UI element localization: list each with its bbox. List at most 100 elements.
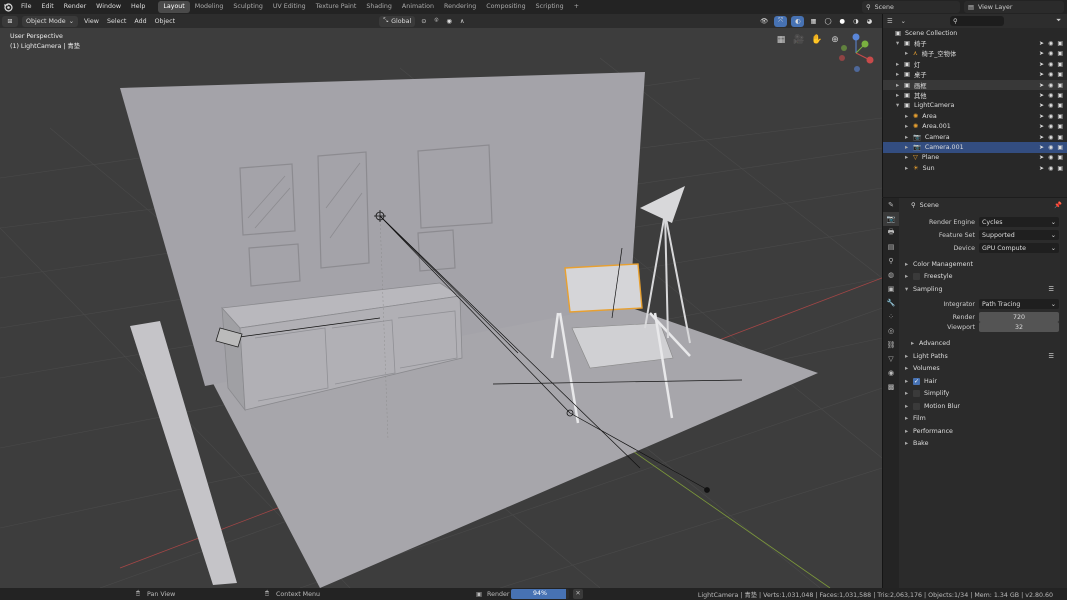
tab-sculpting[interactable]: Sculpting — [228, 1, 267, 13]
tab-shading[interactable]: Shading — [361, 1, 397, 13]
menu-file[interactable]: File — [16, 0, 37, 14]
tab-animation[interactable]: Animation — [397, 1, 439, 13]
world-tab-icon[interactable]: ◍ — [883, 268, 899, 282]
camera-render-icon[interactable]: ▣ — [1057, 82, 1063, 89]
shading-wireframe-icon[interactable]: ◯ — [820, 18, 835, 25]
expand-toggle-icon[interactable]: ▸ — [905, 123, 913, 130]
tab-layout[interactable]: Layout — [158, 1, 190, 13]
tab-modeling[interactable]: Modeling — [190, 1, 229, 13]
expand-toggle-icon[interactable]: ▸ — [896, 82, 904, 89]
tool-tab-icon[interactable]: ✎ — [883, 198, 899, 212]
expand-toggle-icon[interactable]: ▸ — [896, 61, 904, 68]
eye-icon[interactable]: ◉ — [1048, 134, 1053, 141]
pan-hand-icon[interactable]: ✋ — [811, 34, 823, 46]
modifier-tab-icon[interactable]: 🔧 — [883, 296, 899, 310]
select-arrow-icon[interactable]: ➤ — [1039, 123, 1044, 130]
navigation-gizmo[interactable] — [835, 32, 877, 74]
camera-render-icon[interactable]: ▣ — [1057, 71, 1063, 78]
freestyle-checkbox[interactable] — [913, 272, 920, 280]
outliner-row[interactable]: ▣ Scene Collection — [883, 28, 1067, 38]
outliner-row[interactable]: ▸ ⋏ 椅子_空物体 ➤ ◉ ▣ — [883, 49, 1067, 59]
panel-performance[interactable]: ▸ Performance — [899, 425, 1067, 437]
select-arrow-icon[interactable]: ➤ — [1039, 154, 1044, 161]
integrator-dropdown[interactable]: Path Tracing ⌄ — [979, 299, 1059, 309]
camera-view-icon[interactable]: 🎥 — [793, 34, 805, 46]
object-menu[interactable]: Object — [151, 18, 180, 25]
expand-toggle-icon[interactable]: ▸ — [905, 144, 913, 151]
grid-toggle-icon[interactable]: ▦ — [775, 34, 787, 46]
list-icon[interactable]: ☰ — [1048, 353, 1054, 360]
tab-texture-paint[interactable]: Texture Paint — [311, 1, 362, 13]
eye-icon[interactable]: ◉ — [1048, 40, 1053, 47]
tab-compositing[interactable]: Compositing — [481, 1, 530, 13]
render-engine-dropdown[interactable]: Cycles ⌄ — [979, 217, 1059, 227]
camera-render-icon[interactable]: ▣ — [1057, 144, 1063, 151]
outliner-row[interactable]: ▸ ▣ 灯 ➤ ◉ ▣ — [883, 59, 1067, 69]
eye-icon[interactable]: ◉ — [1048, 113, 1053, 120]
expand-toggle-icon[interactable]: ▸ — [896, 92, 904, 99]
shading-rendered-icon[interactable]: ◕ — [863, 18, 877, 25]
visibility-icon[interactable]: 👁 — [756, 17, 772, 25]
outliner-editor-icon[interactable]: ☰ — [887, 18, 893, 25]
snap-icon[interactable]: ⌾ — [431, 17, 443, 25]
hair-checkbox[interactable]: ✓ — [913, 377, 920, 385]
feature-set-dropdown[interactable]: Supported ⌄ — [979, 230, 1059, 240]
camera-render-icon[interactable]: ▣ — [1057, 92, 1063, 99]
outliner-row[interactable]: ▾ ▣ LightCamera ➤ ◉ ▣ — [883, 101, 1067, 111]
eye-icon[interactable]: ◉ — [1048, 144, 1053, 151]
camera-render-icon[interactable]: ▣ — [1057, 61, 1063, 68]
device-dropdown[interactable]: GPU Compute ⌄ — [979, 243, 1059, 253]
viewport-samples-field[interactable]: 32 — [979, 322, 1059, 332]
view-layer-tab-icon[interactable]: ▤ — [883, 240, 899, 254]
material-tab-icon[interactable]: ◉ — [883, 366, 899, 380]
eye-icon[interactable]: ◉ — [1048, 165, 1053, 172]
expand-toggle-icon[interactable]: ▸ — [905, 134, 913, 141]
render-tab-icon[interactable]: 📷 — [883, 212, 899, 226]
data-tab-icon[interactable]: ▽ — [883, 352, 899, 366]
select-arrow-icon[interactable]: ➤ — [1039, 165, 1044, 172]
panel-motion-blur[interactable]: ▸ Motion Blur — [899, 400, 1067, 412]
select-arrow-icon[interactable]: ➤ — [1039, 144, 1044, 151]
menu-help[interactable]: Help — [126, 0, 150, 14]
scene-tab-icon[interactable]: ⚲ — [883, 254, 899, 268]
select-arrow-icon[interactable]: ➤ — [1039, 92, 1044, 99]
outliner-row[interactable]: ▸ ▽ Plane ➤ ◉ ▣ — [883, 153, 1067, 163]
camera-render-icon[interactable]: ▣ — [1057, 102, 1063, 109]
panel-advanced[interactable]: ▸ Advanced — [899, 337, 1067, 349]
outliner-row[interactable]: ▾ ▣ 椅子 ➤ ◉ ▣ — [883, 38, 1067, 48]
outliner-row[interactable]: ▸ 📷 Camera ➤ ◉ ▣ — [883, 132, 1067, 142]
panel-light-paths[interactable]: ▸ Light Paths ☰ — [899, 350, 1067, 362]
blender-logo-icon[interactable] — [0, 0, 16, 14]
outliner-row[interactable]: ▸ ▣ 其他 ➤ ◉ ▣ — [883, 90, 1067, 100]
panel-color-management[interactable]: ▸ Color Management — [899, 258, 1067, 270]
expand-toggle-icon[interactable]: ▸ — [905, 165, 913, 172]
cancel-render-button[interactable]: ✕ — [573, 589, 583, 599]
select-menu[interactable]: Select — [103, 18, 130, 25]
camera-render-icon[interactable]: ▣ — [1057, 113, 1063, 120]
camera-render-icon[interactable]: ▣ — [1057, 50, 1063, 57]
panel-simplify[interactable]: ▸ Simplify — [899, 387, 1067, 399]
outliner-row[interactable]: ▸ 📷 Camera.001 ➤ ◉ ▣ — [883, 142, 1067, 153]
expand-toggle-icon[interactable]: ▾ — [896, 40, 904, 47]
eye-icon[interactable]: ◉ — [1048, 82, 1053, 89]
expand-toggle-icon[interactable]: ▸ — [905, 113, 913, 120]
filter-icon[interactable]: ⏷ — [1056, 17, 1061, 25]
simplify-checkbox[interactable] — [913, 389, 920, 397]
physics-tab-icon[interactable]: ◎ — [883, 324, 899, 338]
select-arrow-icon[interactable]: ➤ — [1039, 71, 1044, 78]
outliner-row[interactable]: ▸ ▣ 桌子 ➤ ◉ ▣ — [883, 70, 1067, 80]
camera-render-icon[interactable]: ▣ — [1057, 134, 1063, 141]
menu-edit[interactable]: Edit — [37, 0, 59, 14]
camera-render-icon[interactable]: ▣ — [1057, 40, 1063, 47]
camera-render-icon[interactable]: ▣ — [1057, 154, 1063, 161]
outliner-row[interactable]: ▸ ☀ Sun ➤ ◉ ▣ — [883, 163, 1067, 173]
select-arrow-icon[interactable]: ➤ — [1039, 61, 1044, 68]
tab-rendering[interactable]: Rendering — [439, 1, 481, 13]
eye-icon[interactable]: ◉ — [1048, 102, 1053, 109]
select-arrow-icon[interactable]: ➤ — [1039, 82, 1044, 89]
panel-freestyle[interactable]: ▸ Freestyle — [899, 270, 1067, 282]
shading-material-icon[interactable]: ◑ — [849, 18, 863, 25]
overlay-toggle-icon[interactable]: ◐ — [790, 15, 805, 27]
editor-type-button[interactable]: ⊞ — [2, 15, 18, 27]
expand-toggle-icon[interactable]: ▸ — [896, 71, 904, 78]
